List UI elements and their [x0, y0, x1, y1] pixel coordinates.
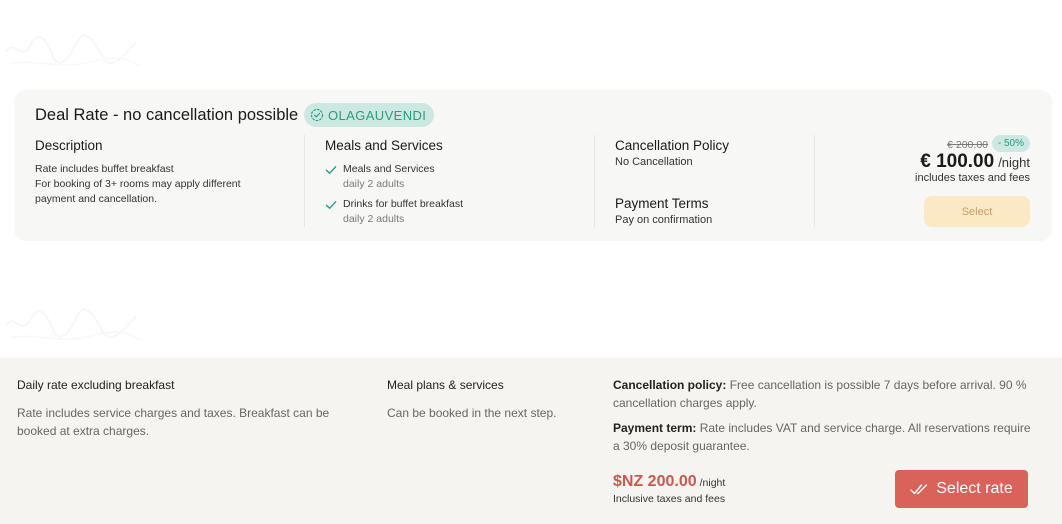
cancellation-policy-line: cancellation charges apply. — [613, 396, 757, 410]
payment-text: Pay on confirmation — [615, 214, 713, 226]
daily-rate-card: Daily rate excluding breakfast Rate incl… — [0, 358, 1062, 524]
rate-description-line: booked at extra charges. — [17, 424, 150, 438]
cancellation-policy-line: Cancellation policy: Free cancellation i… — [613, 376, 1027, 394]
select-rate-label: Select rate — [936, 480, 1013, 497]
rate-description-line: Rate includes service charges and taxes.… — [17, 406, 330, 420]
deal-rate-card: Deal Rate - no cancellation possible OLA… — [14, 90, 1052, 241]
payment-heading: Payment Terms — [615, 196, 709, 211]
payment-term-line: Payment term: Rate includes VAT and serv… — [613, 419, 1031, 437]
description-line: Rate includes buffet breakfast — [35, 163, 174, 175]
price-row: $NZ 200.00 /night — [613, 473, 725, 491]
select-rate-button[interactable]: Select rate — [895, 470, 1028, 508]
price-note: Inclusive taxes and fees — [613, 493, 726, 505]
coupon-code: OLAGAUVENDI — [328, 107, 427, 123]
watermark-logo — [5, 308, 141, 341]
price-note: includes taxes and fees — [915, 172, 1030, 184]
select-button[interactable]: Select — [924, 196, 1030, 227]
rate-title: Daily rate excluding breakfast — [17, 378, 175, 392]
meal-sub: daily 2 adults — [343, 213, 405, 225]
price-row: € 100.00 /night — [920, 151, 1030, 173]
watermark-logo — [5, 34, 141, 67]
check-icon — [325, 201, 337, 209]
meal-list-item: Drinks for buffet breakfast daily 2 adul… — [325, 197, 463, 227]
meal-label: Meals and Services — [343, 163, 435, 175]
meal-list-item: Meals and Services daily 2 adults — [325, 162, 435, 192]
cancellation-heading: Cancellation Policy — [615, 138, 730, 153]
check-icon — [325, 166, 337, 174]
double-check-icon — [910, 484, 928, 495]
original-price: € 200.00 — [947, 139, 988, 151]
price-unit: /night — [699, 477, 726, 489]
payment-label: Payment term: — [613, 421, 697, 435]
cancellation-text: No Cancellation — [615, 156, 693, 168]
discount-badge: - 50% — [991, 135, 1030, 152]
payment-text: Rate includes VAT and service charge. Al… — [696, 421, 1031, 435]
column-divider — [304, 135, 305, 227]
column-divider — [814, 135, 815, 227]
description-heading: Description — [35, 138, 103, 153]
cancellation-text: Free cancellation is possible 7 days bef… — [726, 378, 1027, 392]
coupon-badge: OLAGAUVENDI — [304, 103, 435, 127]
description-line: For booking of 3+ rooms may apply differ… — [35, 178, 241, 190]
meal-plans-heading: Meal plans & services — [387, 378, 504, 392]
current-price: € 100.00 — [920, 151, 995, 172]
meal-sub: daily 2 adults — [343, 178, 405, 190]
rate-price: $NZ 200.00 — [613, 473, 697, 490]
rate-title: Deal Rate - no cancellation possible — [35, 106, 299, 124]
meal-plans-text: Can be booked in the next step. — [387, 406, 557, 420]
badge-check-icon — [310, 108, 324, 122]
price-unit: /night — [998, 155, 1030, 170]
meal-label: Drinks for buffet breakfast — [343, 198, 464, 210]
column-divider — [594, 135, 595, 227]
payment-term-line: a 30% deposit guarantee. — [613, 439, 750, 453]
cancellation-label: Cancellation policy: — [613, 378, 727, 392]
meals-heading: Meals and Services — [325, 138, 443, 153]
description-line: payment and cancellation. — [35, 193, 157, 205]
